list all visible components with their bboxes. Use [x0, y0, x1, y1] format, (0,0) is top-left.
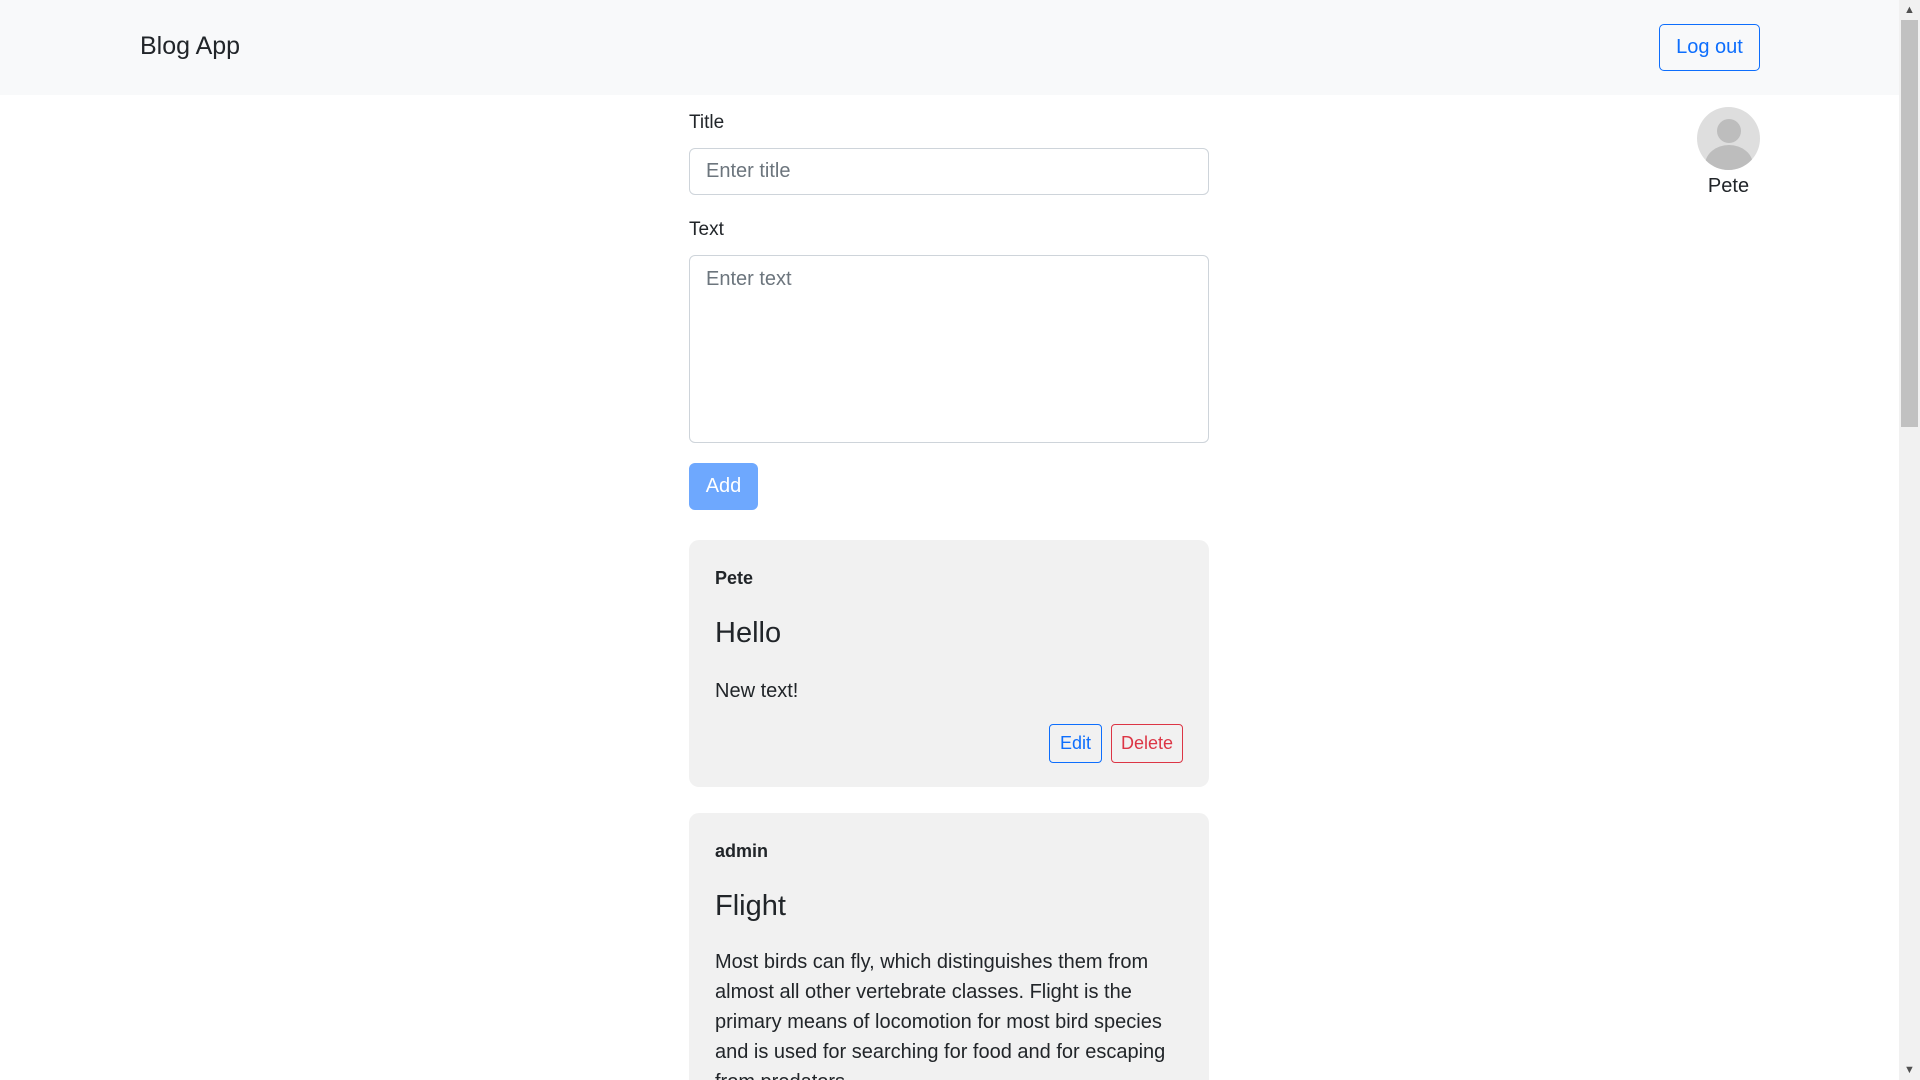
title-label: Title: [689, 112, 725, 133]
scroll-up-icon[interactable]: ▲: [1899, 0, 1920, 20]
delete-post-button[interactable]: Delete: [1111, 724, 1183, 763]
brand-link[interactable]: Blog App: [140, 32, 240, 61]
post-card: admin Flight Most birds can fly, which d…: [689, 813, 1209, 1080]
avatar-body-shape: [1705, 145, 1753, 170]
username: Pete: [1707, 175, 1750, 197]
navbar: Blog App Log out: [0, 0, 1899, 95]
edit-post-button[interactable]: Edit: [1049, 724, 1102, 763]
user-avatar-icon: [1697, 107, 1760, 170]
scroll-thumb[interactable]: [1901, 20, 1918, 427]
post-title: Flight: [715, 890, 786, 922]
post-author: admin: [715, 841, 769, 861]
text-input[interactable]: [689, 255, 1209, 443]
post-author: Pete: [715, 568, 754, 588]
logout-button[interactable]: Log out: [1659, 24, 1760, 71]
title-input[interactable]: [689, 148, 1209, 195]
post-text: New text!: [715, 680, 799, 702]
vertical-scrollbar[interactable]: ▲ ▼: [1899, 0, 1920, 1080]
post-card: Pete Hello New text! Edit Delete: [689, 540, 1209, 787]
add-button[interactable]: Add: [689, 463, 758, 510]
avatar-head-shape: [1717, 119, 1741, 143]
text-label: Text: [689, 219, 724, 240]
page: Blog App Log out Pete Title Text Add Pet…: [0, 0, 1899, 1080]
scroll-down-icon[interactable]: ▼: [1899, 1060, 1920, 1080]
post-text: Most birds can fly, which distinguishes …: [715, 951, 1166, 1080]
post-title: Hello: [715, 617, 782, 649]
